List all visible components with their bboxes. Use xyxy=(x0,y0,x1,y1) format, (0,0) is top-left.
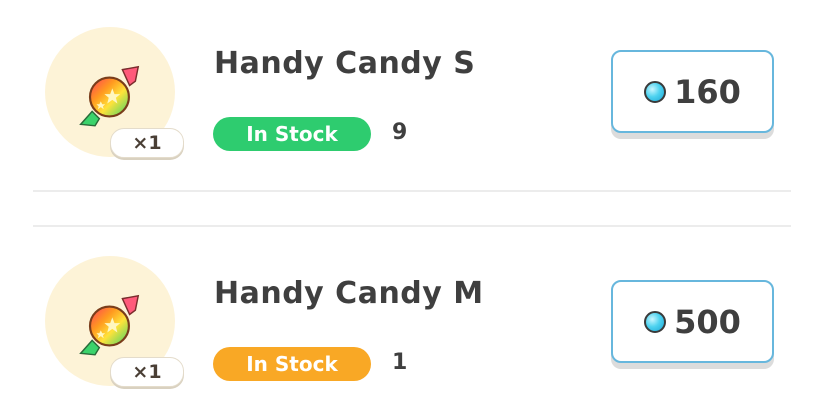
candy-icon xyxy=(79,65,140,127)
shop-item-row: ×1 Handy Candy S In Stock 9 160 xyxy=(0,20,825,180)
shop-item-row: ×1 Handy Candy M In Stock 1 500 xyxy=(0,250,825,410)
divider xyxy=(33,225,791,227)
price-label: 500 xyxy=(674,302,741,341)
gem-icon xyxy=(644,80,667,103)
candy-icon xyxy=(79,294,140,356)
buy-button[interactable]: 160 xyxy=(611,50,774,133)
quantity-badge: ×1 xyxy=(110,128,184,158)
price-label: 160 xyxy=(674,72,741,111)
stock-status-badge: In Stock xyxy=(213,347,371,381)
gem-icon xyxy=(644,310,667,333)
buy-button[interactable]: 500 xyxy=(611,280,774,363)
stock-count: 1 xyxy=(392,350,408,375)
stock-count: 9 xyxy=(392,120,408,145)
item-name: Handy Candy S xyxy=(214,46,476,81)
quantity-badge: ×1 xyxy=(110,357,184,387)
divider xyxy=(33,190,791,192)
item-name: Handy Candy M xyxy=(214,276,484,311)
stock-status-badge: In Stock xyxy=(213,117,371,151)
